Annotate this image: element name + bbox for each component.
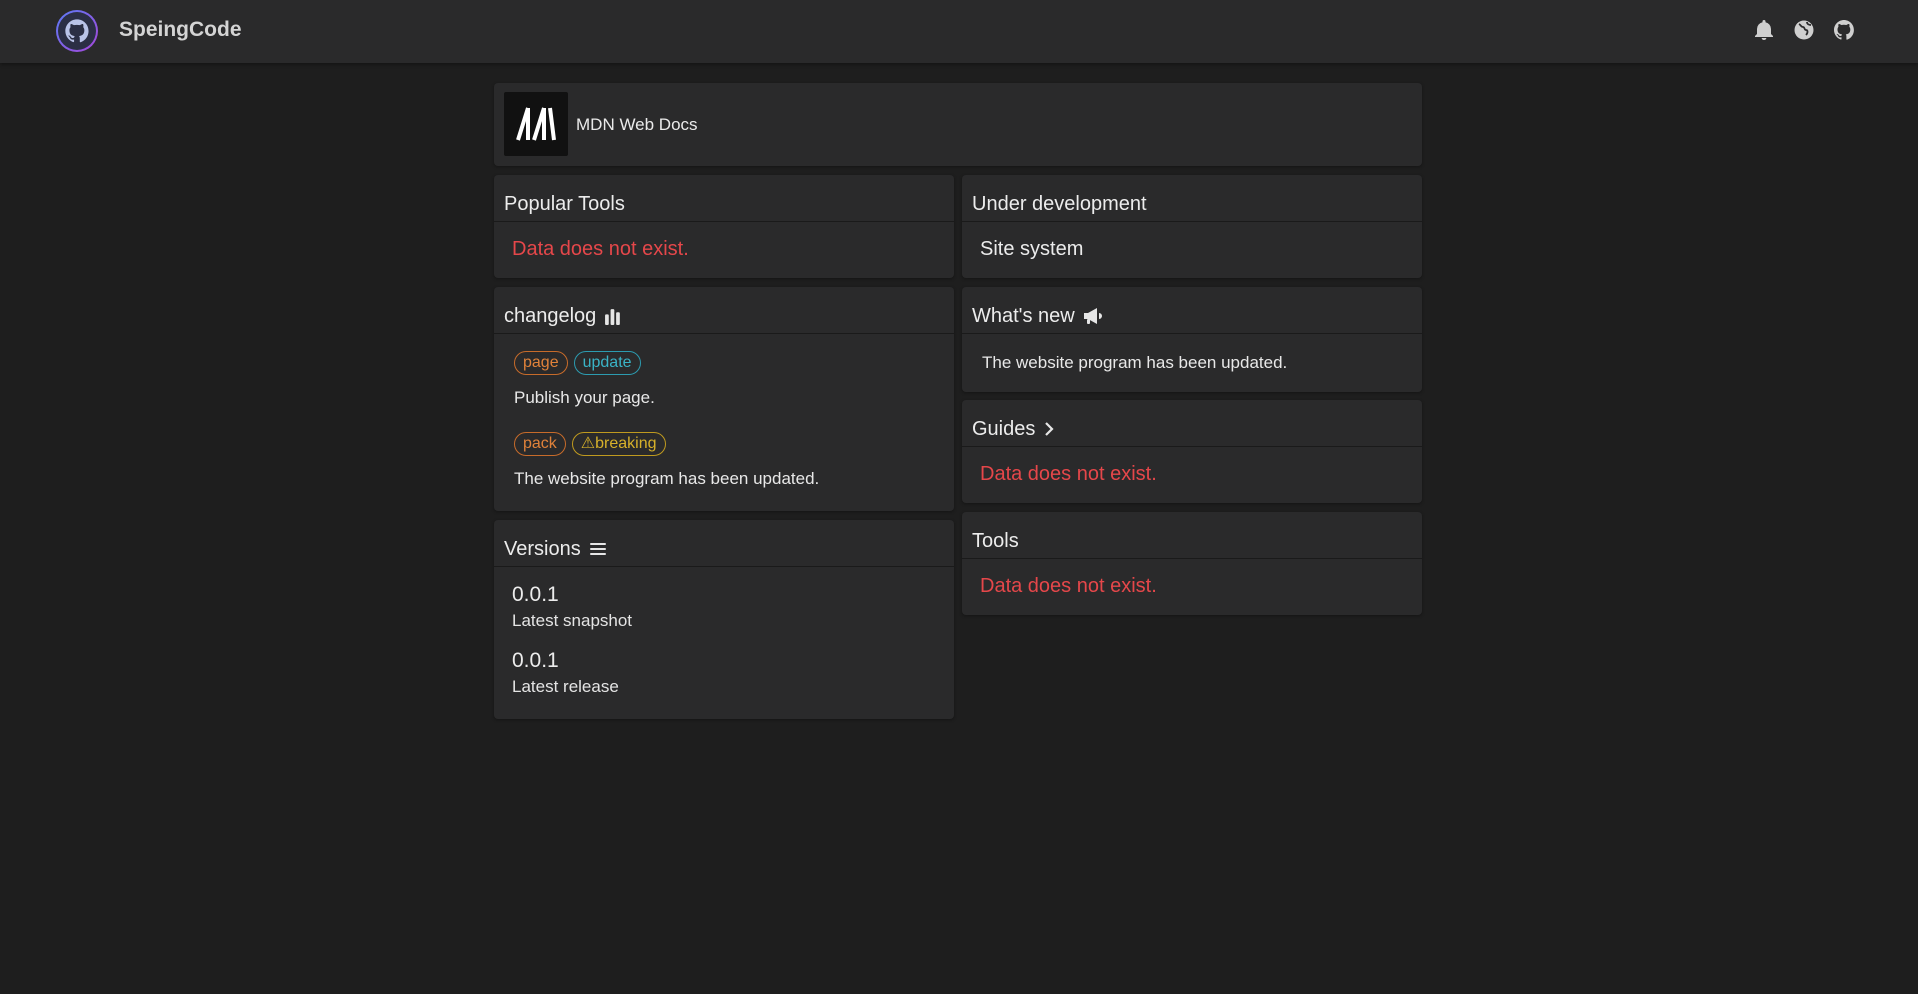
under-development-title: Under development xyxy=(962,175,1422,222)
featured-link-card[interactable]: MDN Web Docs xyxy=(494,83,1422,166)
version-item[interactable]: 0.0.1 Latest release xyxy=(512,649,954,697)
under-development-card: Under development Site system xyxy=(962,175,1422,278)
version-number: 0.0.1 xyxy=(512,583,559,606)
version-label: Latest snapshot xyxy=(512,611,633,630)
guides-title[interactable]: Guides xyxy=(962,400,1422,447)
changelog-card: changelog page update Publish your page. … xyxy=(494,287,954,511)
tools-empty-message: Data does not exist. xyxy=(980,575,1157,597)
site-logo[interactable] xyxy=(56,10,98,52)
top-icon-group xyxy=(1752,18,1856,42)
github-cat-icon xyxy=(65,19,89,43)
mdn-logo xyxy=(504,92,568,156)
tag-update[interactable]: update xyxy=(573,351,641,375)
version-item[interactable]: 0.0.1 Latest snapshot xyxy=(512,583,954,631)
brand-name[interactable]: SpeingCode xyxy=(119,18,242,42)
whats-new-card: What's new The website program has been … xyxy=(962,287,1422,392)
megaphone-icon xyxy=(1083,308,1102,324)
bell-icon[interactable] xyxy=(1752,18,1776,42)
guides-empty-message: Data does not exist. xyxy=(980,463,1157,485)
globe-icon[interactable] xyxy=(1792,18,1816,42)
popular-tools-card: Popular Tools Data does not exist. xyxy=(494,175,954,278)
popular-tools-title-text: Popular Tools xyxy=(504,192,625,215)
whats-new-text: The website program has been updated. xyxy=(982,353,1288,372)
tag-page[interactable]: page xyxy=(514,351,568,375)
mdn-label[interactable]: MDN Web Docs xyxy=(576,115,698,135)
list-icon xyxy=(589,543,606,555)
tools-title: Tools xyxy=(962,512,1422,559)
tag-pack[interactable]: pack xyxy=(514,432,566,456)
popular-tools-empty-message: Data does not exist. xyxy=(512,238,689,260)
guides-title-text[interactable]: Guides xyxy=(972,418,1035,441)
version-label: Latest release xyxy=(512,677,619,696)
popular-tools-title: Popular Tools xyxy=(494,175,954,222)
guides-card: Guides Data does not exist. xyxy=(962,400,1422,503)
version-number: 0.0.1 xyxy=(512,649,559,672)
chevron-right-icon[interactable] xyxy=(1043,420,1055,438)
under-development-item[interactable]: Site system xyxy=(980,238,1083,260)
changelog-entry: pack ⚠breaking The website program has be… xyxy=(514,432,954,489)
versions-title: Versions xyxy=(494,520,954,567)
under-development-title-text: Under development xyxy=(972,192,1147,215)
changelog-entry-text: The website program has been updated. xyxy=(514,469,820,488)
versions-title-text: Versions xyxy=(504,537,581,560)
tag-breaking[interactable]: ⚠breaking xyxy=(571,432,666,456)
whats-new-title-text: What's new xyxy=(972,304,1075,327)
changelog-title: changelog xyxy=(494,287,954,334)
versions-card: Versions 0.0.1 Latest snapshot 0.0.1 Lat… xyxy=(494,520,954,719)
tools-title-text: Tools xyxy=(972,529,1019,552)
changelog-title-text: changelog xyxy=(504,304,597,327)
tools-card: Tools Data does not exist. xyxy=(962,512,1422,615)
bar-chart-icon xyxy=(605,308,621,325)
changelog-entry-text: Publish your page. xyxy=(514,388,655,407)
top-navbar: SpeingCode xyxy=(0,0,1918,63)
whats-new-title: What's new xyxy=(962,287,1422,334)
changelog-entry: page update Publish your page. xyxy=(514,351,954,408)
github-icon[interactable] xyxy=(1832,18,1856,42)
